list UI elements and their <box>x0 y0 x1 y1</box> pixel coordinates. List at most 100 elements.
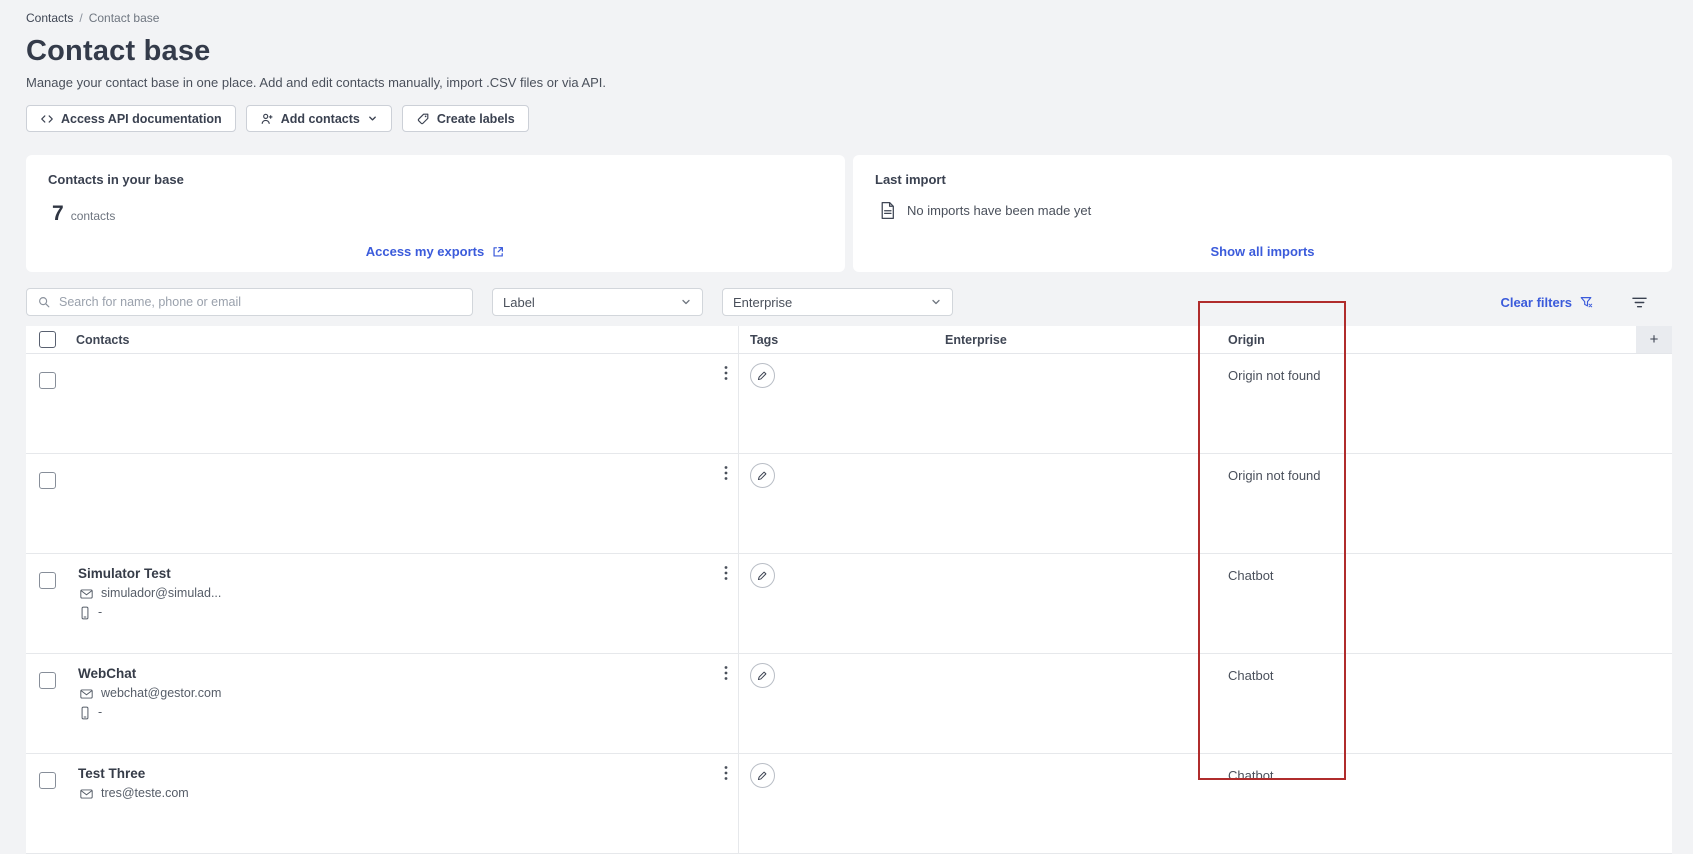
clear-filters-label: Clear filters <box>1500 294 1572 310</box>
contacts-in-base-card: Contacts in your base 7 contacts Access … <box>26 155 845 272</box>
last-import-title: Last import <box>875 172 946 187</box>
edit-tags-button[interactable] <box>750 363 775 388</box>
export-icon <box>491 245 505 259</box>
pencil-icon <box>756 369 769 382</box>
pencil-icon <box>756 669 769 682</box>
label-dropdown[interactable]: Label <box>492 288 703 316</box>
edit-tags-button[interactable] <box>750 663 775 688</box>
no-imports-text: No imports have been made yet <box>907 203 1092 218</box>
document-icon <box>879 201 896 220</box>
contact-name: Test Three <box>78 766 146 781</box>
origin-cell: Origin not found <box>1228 368 1321 383</box>
row-menu-button[interactable] <box>720 563 732 583</box>
column-header-enterprise: Enterprise <box>945 332 1007 347</box>
edit-tags-button[interactable] <box>750 763 775 788</box>
label-dropdown-value: Label <box>503 294 535 310</box>
search-input[interactable] <box>59 295 462 309</box>
contact-info: WebChat webchat@gestor.com - <box>76 654 738 720</box>
row-checkbox[interactable] <box>39 472 56 489</box>
origin-cell: Chatbot <box>1228 568 1274 583</box>
breadcrumb-current: Contact base <box>88 11 160 25</box>
row-menu-button[interactable] <box>720 763 732 783</box>
contact-base-page: Contacts / Contact base Contact base Man… <box>0 0 1693 854</box>
phone-icon <box>80 606 90 620</box>
access-exports-link[interactable]: Access my exports <box>366 244 506 259</box>
row-checkbox[interactable] <box>39 572 56 589</box>
create-labels-button[interactable]: Create labels <box>401 105 529 132</box>
contact-email: tres@teste.com <box>101 786 189 800</box>
toolbar: Access API documentation Add contacts Cr… <box>26 105 1672 132</box>
last-import-card: Last import No imports have been made ye… <box>853 155 1672 272</box>
contact-name: WebChat <box>78 666 137 681</box>
page-subtitle: Manage your contact base in one place. A… <box>26 75 607 90</box>
origin-cell: Origin not found <box>1228 468 1321 483</box>
enterprise-dropdown[interactable]: Enterprise <box>722 288 953 316</box>
chevron-down-icon <box>367 113 378 124</box>
contact-name: Simulator Test <box>78 566 171 581</box>
row-checkbox[interactable] <box>39 372 56 389</box>
show-all-imports-link[interactable]: Show all imports <box>1210 244 1314 259</box>
enterprise-cell <box>934 754 1217 853</box>
contacts-count-label: contacts <box>70 209 116 223</box>
pencil-icon <box>756 569 769 582</box>
column-spacer <box>1377 326 1636 353</box>
contact-phone: - <box>98 705 103 719</box>
enterprise-cell <box>934 354 1217 453</box>
row-menu-button[interactable] <box>720 363 732 383</box>
page-title: Contact base <box>26 35 211 67</box>
row-checkbox[interactable] <box>39 772 56 789</box>
table-row: WebChat webchat@gestor.com - Chatbot <box>26 654 1672 754</box>
show-all-imports-label: Show all imports <box>1210 244 1315 259</box>
enterprise-cell <box>934 554 1217 653</box>
pencil-icon <box>756 769 769 782</box>
filter-actions: Clear filters <box>1500 295 1672 310</box>
filter-bar: Label Enterprise Clear filters <box>26 288 1672 316</box>
chevron-down-icon <box>930 296 942 308</box>
add-contacts-button[interactable]: Add contacts <box>245 105 392 132</box>
origin-cell: Chatbot <box>1228 768 1274 783</box>
add-contact-icon <box>260 112 274 126</box>
pencil-icon <box>756 469 769 482</box>
add-column-button[interactable]: + <box>1636 326 1672 353</box>
clear-filters-link[interactable]: Clear filters <box>1500 295 1593 310</box>
contact-email: webchat@gestor.com <box>101 686 222 700</box>
row-menu-button[interactable] <box>720 463 732 483</box>
table-row: Origin not found <box>26 454 1672 554</box>
chevron-down-icon <box>680 296 692 308</box>
column-header-contacts: Contacts <box>76 326 739 353</box>
email-icon <box>80 688 93 699</box>
contacts-table: Contacts Tags Enterprise Origin + Origin… <box>26 326 1672 854</box>
filter-settings-icon[interactable] <box>1631 295 1648 310</box>
phone-icon <box>80 706 90 720</box>
access-exports-label: Access my exports <box>365 244 485 259</box>
breadcrumb-contacts[interactable]: Contacts <box>26 11 73 25</box>
enterprise-dropdown-value: Enterprise <box>733 294 793 310</box>
clear-filter-icon <box>1579 295 1593 309</box>
row-menu-button[interactable] <box>720 663 732 683</box>
email-icon <box>80 788 93 799</box>
contacts-count-row: 7 contacts <box>48 202 823 226</box>
contact-info: Test Three tres@teste.com <box>76 754 738 801</box>
edit-tags-button[interactable] <box>750 563 775 588</box>
contacts-count: 7 <box>52 202 64 225</box>
tag-icon <box>416 112 430 126</box>
origin-cell: Chatbot <box>1228 668 1274 683</box>
access-api-label: Access API documentation <box>61 111 222 126</box>
row-checkbox[interactable] <box>39 672 56 689</box>
summary-cards: Contacts in your base 7 contacts Access … <box>26 155 1672 272</box>
select-all-checkbox[interactable] <box>39 331 56 348</box>
breadcrumb-separator: / <box>79 11 83 25</box>
contacts-card-title: Contacts in your base <box>48 172 184 187</box>
add-contacts-label: Add contacts <box>280 111 360 126</box>
contact-info: Simulator Test simulador@simulad... - <box>76 554 738 620</box>
breadcrumb: Contacts / Contact base <box>26 11 1672 25</box>
email-icon <box>80 588 93 599</box>
table-row: Simulator Test simulador@simulad... - Ch… <box>26 554 1672 654</box>
contact-phone: - <box>98 605 103 619</box>
api-icon <box>40 112 54 126</box>
contact-email: simulador@simulad... <box>101 586 222 600</box>
enterprise-cell <box>934 454 1217 553</box>
access-api-button[interactable]: Access API documentation <box>26 105 236 132</box>
edit-tags-button[interactable] <box>750 463 775 488</box>
enterprise-cell <box>934 654 1217 753</box>
